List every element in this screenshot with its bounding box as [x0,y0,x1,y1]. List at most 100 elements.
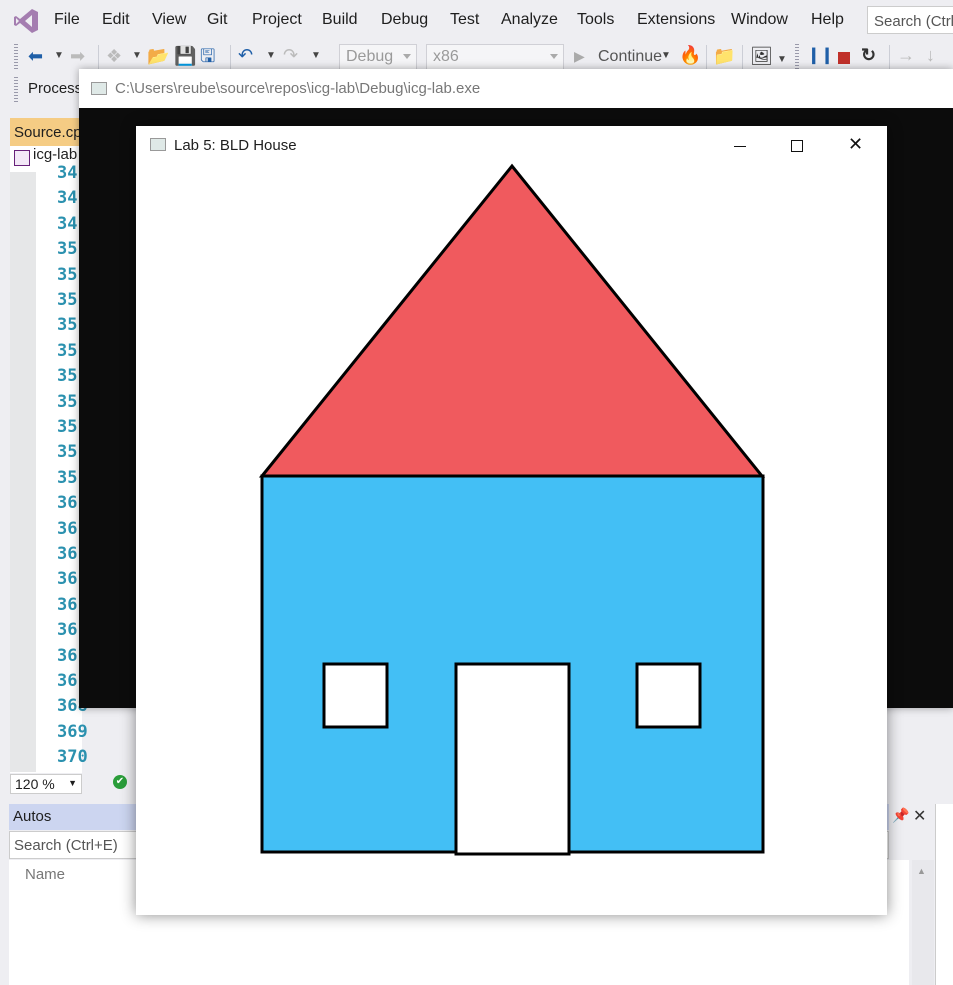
continue-button[interactable]: Continue [598,48,662,66]
platform-value: x86 [433,48,459,65]
menu-git[interactable]: Git [207,11,227,29]
chevron-down-icon[interactable]: ▼ [266,46,276,66]
line-number: 35 [57,467,78,488]
console-title: C:\Users\reube\source\repos\icg-lab\Debu… [115,80,481,97]
line-number: 36 [57,594,78,615]
house-roof [258,163,766,478]
process-label: Process: [28,80,87,97]
back-icon[interactable]: ⬅ [28,46,43,66]
screenshot-icon[interactable]: 🖼 [750,46,773,66]
line-number: 36 [57,671,78,691]
editor-margin [10,172,36,772]
play-icon[interactable]: ▶ [574,46,585,66]
menu-view[interactable]: View [152,11,186,29]
toolbar-grip[interactable] [14,44,18,70]
house-window-right [635,662,702,729]
line-number: 35 [57,391,78,412]
menu-edit[interactable]: Edit [102,11,130,29]
forward-icon[interactable]: ➡ [70,46,85,66]
line-number: 36 [57,544,78,564]
hot-reload-icon[interactable]: 🔥 [679,45,701,65]
scrollbar[interactable] [912,860,934,985]
menu-tools[interactable]: Tools [577,11,614,29]
close-icon[interactable]: ✕ [913,806,926,826]
line-number: 370 [57,747,88,768]
line-number: 36 [57,493,78,514]
tab-source-file[interactable]: Source.cpp [10,118,82,146]
toolbar-separator [889,45,890,69]
project-icon [14,150,30,166]
line-number: 35 [57,264,78,285]
search-input[interactable]: Search (Ctrl+Q) [867,6,953,34]
house-drawing [258,163,766,856]
house-door [454,662,571,856]
menu-build[interactable]: Build [322,11,358,29]
undo-icon[interactable]: ↶ [238,45,253,65]
chevron-down-icon [550,54,558,59]
toolbar-separator [230,45,231,69]
zoom-value: 120 % [15,776,55,792]
line-number: 35 [57,417,78,437]
scroll-up-icon[interactable]: ▲ [917,866,926,876]
menu-debug[interactable]: Debug [381,11,428,29]
platform-combo[interactable]: x86 [426,44,564,70]
line-number: 36 [57,645,78,666]
autos-title[interactable]: Autos [13,808,51,825]
configuration-value: Debug [346,48,394,65]
line-number: 35 [57,290,78,310]
restart-icon[interactable]: ↻ [861,45,876,65]
zoom-combo[interactable]: 120 % ▼ [10,774,82,794]
toolbar-grip[interactable] [795,44,799,70]
step-into-icon[interactable]: ↓ [926,45,935,65]
line-number: 35 [57,239,78,260]
toolbar-separator [742,45,743,69]
house-window-left [322,662,389,729]
pin-icon[interactable]: 📌 [892,807,909,824]
line-number: 36 [57,518,78,539]
configuration-combo[interactable]: Debug [339,44,417,70]
line-number: 34 [57,163,78,183]
line-number: 34 [57,213,78,234]
chevron-down-icon[interactable]: ▼ [54,46,64,66]
menu-analyze[interactable]: Analyze [501,11,558,29]
menu-project[interactable]: Project [252,11,302,29]
chevron-down-icon[interactable]: ▼ [311,46,321,66]
line-number: 35 [57,315,78,336]
line-number: 35 [57,340,78,361]
line-number: 35 [57,442,78,463]
chevron-down-icon: ▼ [68,778,77,788]
project-name: icg-lab [33,146,78,163]
toolbar-grip[interactable] [14,77,18,103]
save-all-icon[interactable]: 🖫 [200,46,215,66]
find-in-folder-icon[interactable]: 📁 [713,46,735,66]
chevron-down-icon[interactable]: ▼ [132,46,142,66]
show-next-statement-icon[interactable]: → [897,45,915,65]
visual-studio-logo[interactable] [12,7,40,35]
line-number: 36 [57,620,78,641]
toolbar-separator [98,45,99,69]
save-icon[interactable]: 💾 [174,46,196,66]
chevron-down-icon[interactable]: ▼ [661,46,671,66]
chevron-down-icon [403,54,411,59]
column-header-name[interactable]: Name [25,866,65,883]
stop-icon[interactable] [838,52,850,64]
menu-extensions[interactable]: Extensions [637,11,715,29]
menu-file[interactable]: File [54,11,80,29]
menu-help[interactable]: Help [811,11,844,29]
console-app-icon [91,82,107,95]
side-panel [935,804,953,985]
menu-bar: File Edit View Git Project Build Debug T… [0,0,953,40]
line-number: 35 [57,366,78,387]
line-number: 36 [57,569,78,590]
menu-test[interactable]: Test [450,11,479,29]
line-number: 34 [57,188,78,209]
pause-icon[interactable]: ❙❙ [807,46,834,66]
menu-window[interactable]: Window [731,11,788,29]
no-issues-icon[interactable]: ✔ [113,775,127,789]
redo-icon[interactable]: ↷ [283,45,298,65]
line-number: 369 [57,721,88,742]
chevron-down-icon[interactable]: ▼ [777,50,787,70]
toolbar-separator [706,45,707,69]
open-folder-icon[interactable]: 📂 [147,46,169,66]
new-project-icon[interactable]: ❖ [106,46,122,66]
